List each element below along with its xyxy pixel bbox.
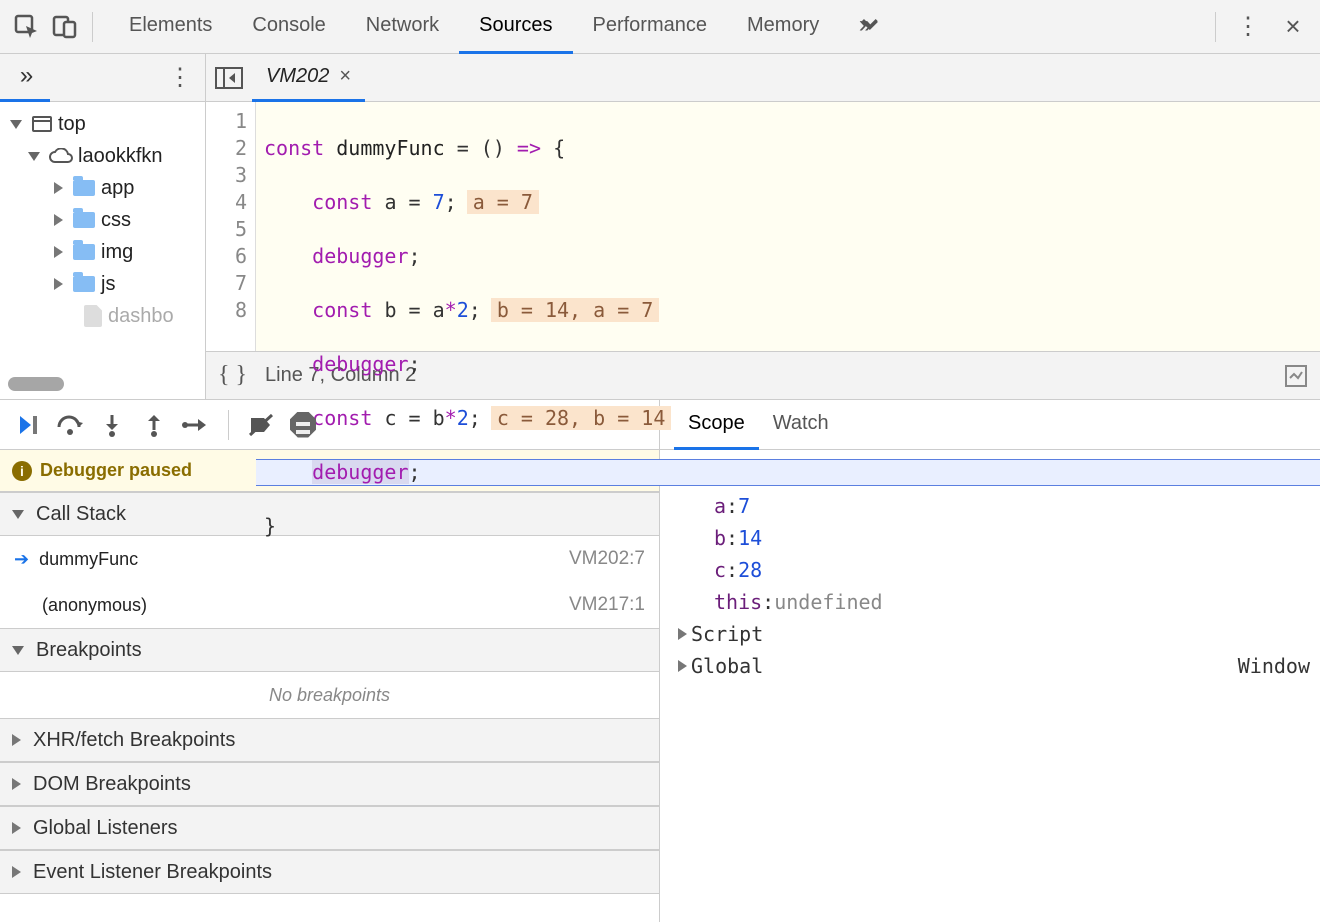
dom-breakpoints-header[interactable]: DOM Breakpoints (0, 762, 659, 806)
tree-frame-top[interactable]: top (58, 113, 86, 136)
disclosure-open-icon (12, 510, 24, 519)
frame-icon (32, 116, 52, 132)
disclosure-closed-icon[interactable] (54, 246, 63, 258)
breakpoints-header[interactable]: Breakpoints (0, 628, 659, 672)
inline-value-hint: b = 14, a = 7 (491, 298, 660, 322)
tab-sources[interactable]: Sources (459, 0, 572, 54)
tree-file-partial[interactable]: dashbo (108, 305, 174, 328)
xhr-breakpoints-header[interactable]: XHR/fetch Breakpoints (0, 718, 659, 762)
line-gutter: 12345678 (206, 102, 256, 351)
toggle-navigator-icon[interactable] (206, 54, 252, 102)
tab-console[interactable]: Console (232, 0, 345, 54)
disclosure-open-icon[interactable] (10, 120, 22, 129)
folder-icon (73, 276, 95, 292)
divider (228, 410, 229, 440)
disclosure-closed-icon[interactable] (678, 660, 687, 672)
inline-value-hint: c = 28, b = 14 (491, 406, 672, 430)
close-tab-icon[interactable]: × (339, 65, 351, 88)
tree-folder-app[interactable]: app (101, 177, 134, 200)
main-tabs: Elements Console Network Sources Perform… (109, 0, 889, 54)
folder-icon (73, 180, 95, 196)
pretty-print-icon[interactable]: { } (218, 362, 247, 389)
code-body[interactable]: const dummyFunc = () => { const a = 7;a … (256, 102, 1320, 351)
device-toolbar-icon[interactable] (46, 8, 84, 46)
close-devtools-icon[interactable]: × (1274, 8, 1312, 46)
disclosure-closed-icon[interactable] (678, 628, 687, 640)
tree-host[interactable]: laookkfkn (78, 145, 163, 168)
event-listener-breakpoints-header[interactable]: Event Listener Breakpoints (0, 850, 659, 894)
paused-label: Debugger paused (40, 460, 192, 481)
disclosure-closed-icon (12, 822, 21, 834)
no-breakpoints-label: No breakpoints (0, 672, 659, 718)
editor-tab-title: VM202 (266, 65, 329, 88)
navigator-sidebar: » ⋮ top laookkfkn app css img js dashbo (0, 54, 206, 399)
file-icon (84, 305, 102, 327)
step-button[interactable] (178, 407, 214, 443)
inspect-element-icon[interactable] (8, 8, 46, 46)
navigator-menu-icon[interactable]: ⋮ (165, 63, 195, 92)
disclosure-closed-icon (12, 778, 21, 790)
disclosure-closed-icon[interactable] (54, 278, 63, 290)
tree-folder-css[interactable]: css (101, 209, 131, 232)
editor-tabbar: VM202 × (206, 54, 1320, 102)
inline-value-hint: a = 7 (467, 190, 539, 214)
disclosure-closed-icon[interactable] (54, 214, 63, 226)
resume-button[interactable] (10, 407, 46, 443)
step-out-button[interactable] (136, 407, 172, 443)
file-tree[interactable]: top laookkfkn app css img js dashbo (0, 102, 205, 399)
disclosure-open-icon[interactable] (28, 152, 40, 161)
devtools-main-tabbar: Elements Console Network Sources Perform… (0, 0, 1320, 54)
divider (92, 12, 93, 42)
editor-tab-vm202[interactable]: VM202 × (252, 54, 365, 102)
divider (1215, 12, 1216, 42)
cloud-icon (48, 148, 74, 164)
horizontal-scrollbar[interactable] (8, 377, 64, 391)
global-listeners-header[interactable]: Global Listeners (0, 806, 659, 850)
info-icon: i (12, 461, 32, 481)
tree-folder-img[interactable]: img (101, 241, 133, 264)
tab-elements[interactable]: Elements (109, 0, 232, 54)
tree-folder-js[interactable]: js (101, 273, 115, 296)
disclosure-closed-icon (12, 866, 21, 878)
tab-memory[interactable]: Memory (727, 0, 839, 54)
code-editor[interactable]: 12345678 const dummyFunc = () => { const… (206, 102, 1320, 351)
tab-network[interactable]: Network (346, 0, 459, 54)
tab-performance[interactable]: Performance (573, 0, 728, 54)
disclosure-closed-icon (12, 734, 21, 746)
navigator-tabs-overflow-icon[interactable]: » (0, 54, 50, 102)
disclosure-open-icon (12, 646, 24, 655)
disclosure-closed-icon[interactable] (54, 182, 63, 194)
settings-kebab-icon[interactable]: ⋮ (1230, 8, 1268, 46)
folder-icon (73, 244, 95, 260)
current-frame-icon: ➔ (14, 549, 29, 570)
folder-icon (73, 212, 95, 228)
step-over-button[interactable] (52, 407, 88, 443)
tabs-overflow-icon[interactable]: » (839, 0, 889, 54)
step-into-button[interactable] (94, 407, 130, 443)
